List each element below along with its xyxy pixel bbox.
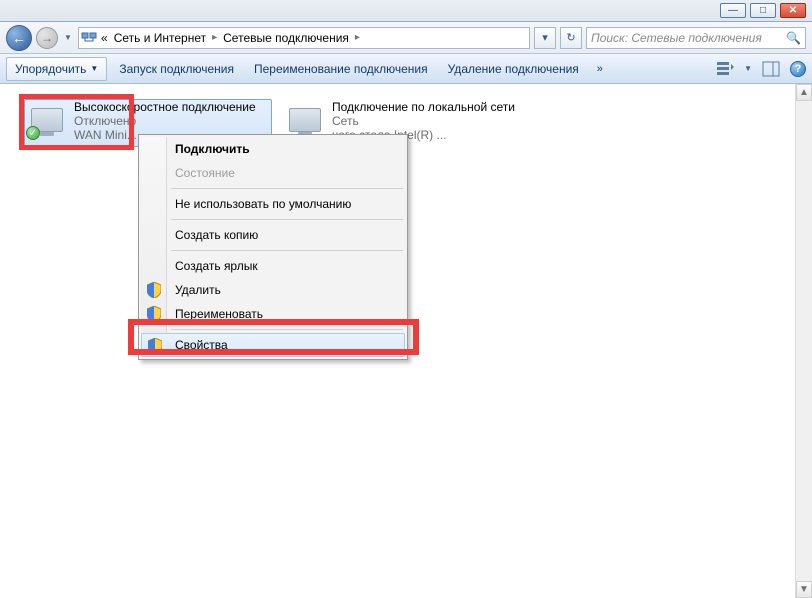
search-input[interactable]: Поиск: Сетевые подключения 🔍 [586,27,806,49]
context-menu: Подключить Состояние Не использовать по … [138,134,408,360]
chevron-right-icon: ▸ [353,32,362,43]
maximize-button[interactable]: □ [750,3,776,18]
shield-icon [147,306,161,322]
menu-separator [171,329,403,330]
menu-separator [171,188,403,189]
scroll-up-icon[interactable]: ▲ [796,84,812,101]
help-button[interactable]: ? [790,61,806,77]
content-area: ✓ Высокоскоростное подключение Отключено… [0,84,812,598]
menu-rename-label: Переименовать [175,307,263,321]
minimize-button[interactable]: — [720,3,746,18]
menu-rename[interactable]: Переименовать [141,302,405,326]
view-options-button[interactable] [716,60,734,78]
delete-connection-button[interactable]: Удаление подключения [440,58,587,80]
back-button[interactable]: ← [6,25,32,51]
connection-status: Отключено [74,114,256,128]
chevron-down-icon: ▼ [744,64,752,73]
titlebar: — □ ✕ [0,0,812,22]
menu-status: Состояние [141,161,405,185]
connection-icon: ✓ [26,100,68,140]
preview-pane-button[interactable] [762,60,780,78]
connection-status: Сеть [332,114,515,128]
connection-title: Высокоскоростное подключение [74,100,256,114]
rename-connection-button[interactable]: Переименование подключения [246,58,436,80]
menu-create-copy[interactable]: Создать копию [141,223,405,247]
breadcrumb-back[interactable]: « [99,31,110,45]
breadcrumb-item[interactable]: Сеть и Интернет [112,31,208,45]
chevron-right-icon: ▸ [210,32,219,43]
search-placeholder: Поиск: Сетевые подключения [591,31,762,45]
toolbar-overflow[interactable]: » [591,63,609,75]
scroll-down-icon[interactable]: ▼ [796,581,812,598]
search-icon: 🔍 [786,31,801,45]
connection-title: Подключение по локальной сети [332,100,515,114]
breadcrumb-item[interactable]: Сетевые подключения [221,31,351,45]
menu-separator [171,250,403,251]
menu-create-shortcut[interactable]: Создать ярлык [141,254,405,278]
menu-connect[interactable]: Подключить [141,137,405,161]
status-ok-icon: ✓ [26,126,40,140]
shield-icon [148,338,162,354]
chevron-down-icon: ▼ [90,64,98,73]
address-bar: ← → ▼ « Сеть и Интернет ▸ Сетевые подклю… [0,22,812,54]
menu-separator [171,219,403,220]
toolbar-right: ▼ ? [716,60,806,78]
window-buttons: — □ ✕ [720,3,806,18]
toolbar: Упорядочить ▼ Запуск подключения Переиме… [0,54,812,84]
start-connection-button[interactable]: Запуск подключения [111,58,242,80]
menu-properties-label: Свойства [175,338,228,352]
breadcrumb[interactable]: « Сеть и Интернет ▸ Сетевые подключения … [78,27,530,49]
menu-properties[interactable]: Свойства [141,333,405,357]
location-icon [81,30,97,46]
menu-delete-label: Удалить [175,283,221,297]
nav-history-dropdown[interactable]: ▼ [62,25,74,51]
organise-button[interactable]: Упорядочить ▼ [6,57,107,81]
vertical-scrollbar[interactable]: ▲ ▼ [795,84,812,598]
menu-no-default[interactable]: Не использовать по умолчанию [141,192,405,216]
menu-delete[interactable]: Удалить [141,278,405,302]
refresh-button[interactable]: ↻ [560,27,582,49]
close-button[interactable]: ✕ [780,3,806,18]
forward-button[interactable]: → [36,27,58,49]
address-dropdown[interactable]: ▾ [534,27,556,49]
organise-label: Упорядочить [15,62,86,76]
shield-icon [147,282,161,298]
